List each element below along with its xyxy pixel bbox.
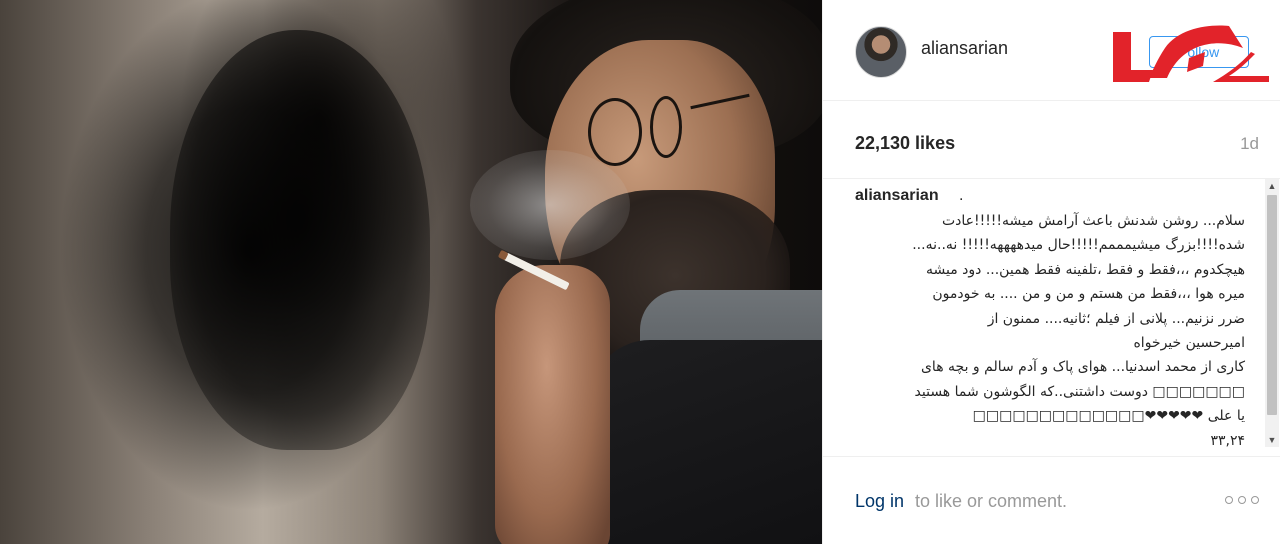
login-prompt-text: to like or comment. — [915, 491, 1068, 511]
caption-line: ۳۳,۲۴ — [1210, 432, 1245, 449]
caption-line: هیچکدوم ،،،فقط و فقط ،تلفینه فقط همین...… — [925, 261, 1245, 278]
jacket — [590, 340, 822, 544]
caption-line: ضرر نزنیم... پلانی از فیلم ؛ثانیه.... مم… — [987, 310, 1245, 327]
glasses-left-lens — [588, 98, 642, 166]
scroll-up-arrow-icon[interactable]: ▲ — [1265, 179, 1279, 193]
scroll-down-arrow-icon[interactable]: ▼ — [1265, 433, 1279, 447]
likes-count[interactable]: 22,130 likes — [855, 133, 955, 154]
caption-line: □□□□□□□ دوست داشتنی..که الگوشون شما هستی… — [914, 383, 1245, 400]
smoke — [470, 150, 630, 260]
caption-scrollbar[interactable]: ▲ ▼ — [1265, 179, 1279, 447]
caption-line: کاری از محمد اسدنیا... هوای پاک و آدم سا… — [920, 359, 1245, 376]
caption-line: سلام... روشن شدنش باعث آرامش میشه!!!!!عا… — [941, 213, 1245, 229]
caption-dot: . — [959, 187, 964, 204]
username-link[interactable]: aliansarian — [921, 38, 1008, 59]
caption-line: یا علی ❤❤❤❤❤□□□□□□□□□□□□□ — [972, 408, 1245, 425]
post-timestamp[interactable]: 1d — [1240, 134, 1259, 154]
glasses-right-lens — [650, 96, 682, 158]
caption-line: شده!!!!بزرگ میشیمممم!!!!!حال میدههههه!!!… — [912, 237, 1245, 254]
login-link[interactable]: Log in — [855, 491, 904, 512]
caption-text: سلام... روشن شدنش باعث آرامش میشه!!!!!عا… — [845, 209, 1245, 453]
news-logo-watermark — [1113, 25, 1269, 82]
post-header: aliansarian Follow — [823, 0, 1280, 101]
scroll-thumb[interactable] — [1267, 195, 1277, 415]
caption-line: میره هوا ،،،فقط من هستم و من و من .... ب… — [932, 286, 1245, 303]
avatar[interactable] — [855, 26, 907, 78]
caption-area[interactable]: aliansarian . سلام... روشن شدنش باعث آرا… — [823, 179, 1280, 456]
wall-shadow — [170, 30, 430, 450]
caption-line: امیرحسین خیرخواه — [1133, 335, 1245, 352]
likes-row: 22,130 likes 1d — [823, 101, 1280, 179]
post-footer: Log in to like or comment. — [823, 456, 1280, 544]
more-options-icon[interactable] — [1225, 495, 1259, 505]
post-photo — [0, 0, 822, 544]
hand — [495, 265, 610, 544]
post-details-panel: aliansarian Follow 22,130 likes 1d alian… — [822, 0, 1280, 544]
caption-username[interactable]: aliansarian — [855, 187, 939, 205]
